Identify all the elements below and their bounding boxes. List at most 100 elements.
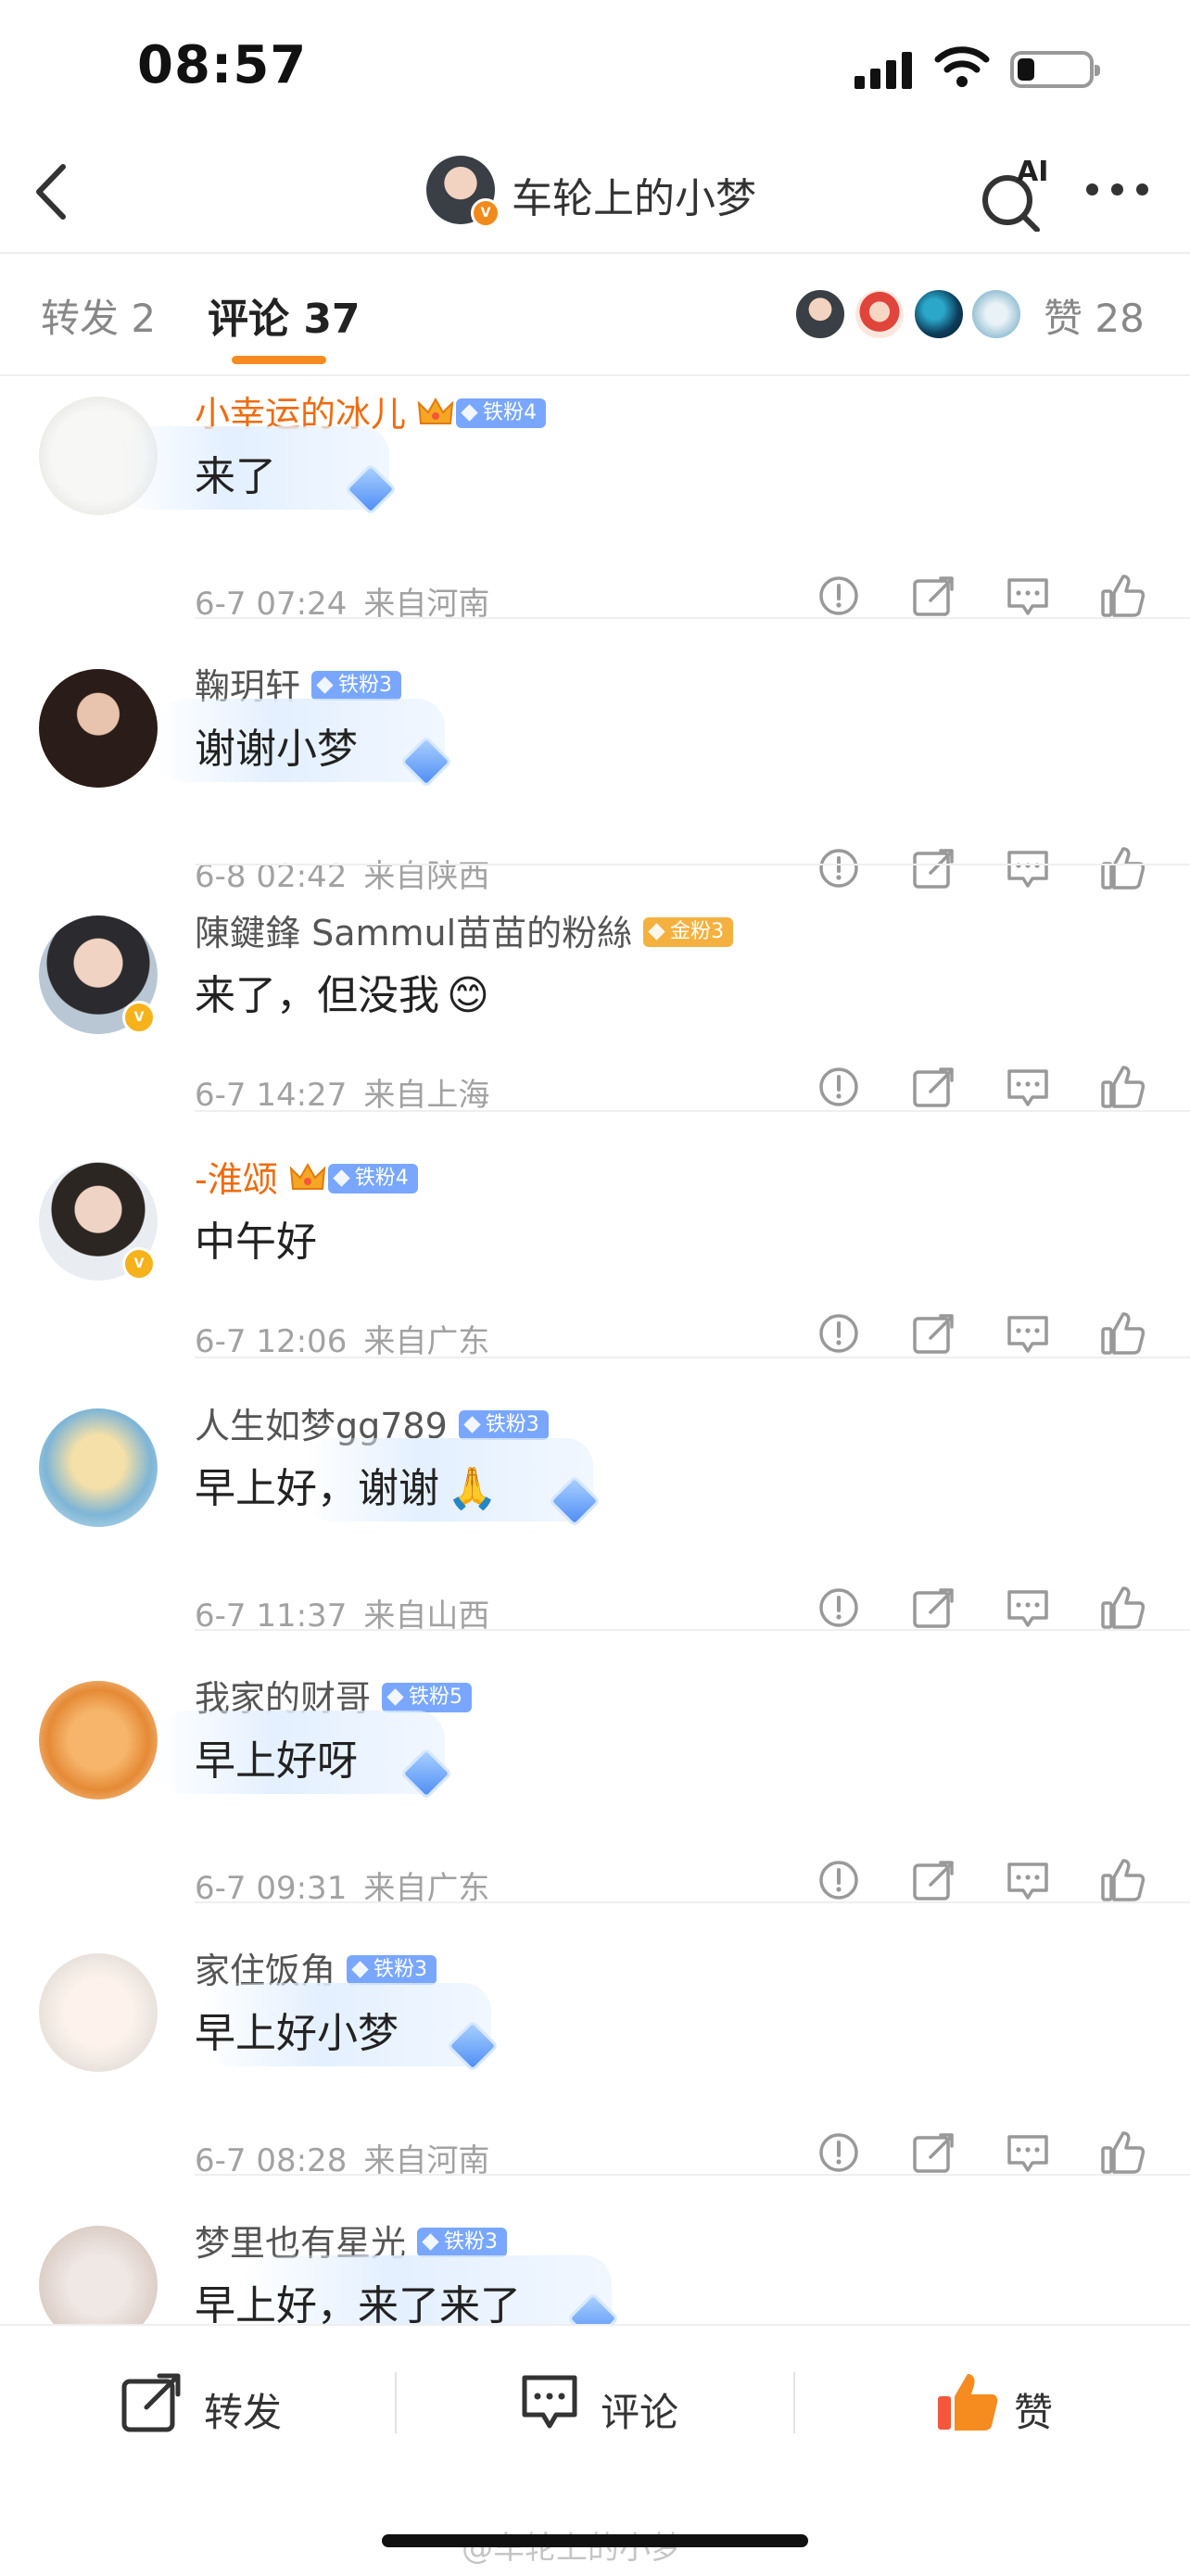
like-icon[interactable] — [1099, 845, 1146, 891]
like-button[interactable]: 赞 — [936, 2372, 1121, 2437]
repost-button[interactable]: 转发 — [120, 2372, 306, 2437]
comment-text-content: 谢谢小梦 — [195, 726, 358, 773]
comment-time: 6-7 14:27 — [195, 1077, 348, 1114]
commenter-name[interactable]: 陳鍵鋒 Sammul苗苗的粉絲 金粉3 — [195, 904, 734, 955]
comment-text-content: 来了，但没我 — [195, 972, 439, 1019]
report-icon[interactable] — [816, 1857, 862, 1903]
comment-button[interactable]: 评论 — [519, 2372, 704, 2437]
reply-icon[interactable] — [1005, 845, 1051, 891]
comment-text-content: 中午好 — [195, 1219, 317, 1266]
like-icon[interactable] — [1099, 1064, 1146, 1110]
tab-likes[interactable]: 赞 28 — [1044, 287, 1145, 344]
fan-badge[interactable]: 铁粉4 — [327, 1163, 418, 1193]
fan-badge-label: 铁粉3 — [338, 673, 393, 697]
crown-icon — [289, 1161, 326, 1196]
fan-badge[interactable]: 铁粉3 — [311, 670, 402, 701]
share-icon[interactable] — [910, 1585, 956, 1631]
repost-label: 转发 — [204, 2390, 283, 2435]
status-time: 08:57 — [137, 35, 308, 95]
comment-location: 来自上海 — [363, 1077, 490, 1114]
reply-icon[interactable] — [1005, 1857, 1051, 1903]
fan-badge-label: 铁粉5 — [409, 1685, 463, 1709]
share-icon[interactable] — [910, 845, 956, 891]
liker-avatar[interactable] — [793, 287, 847, 341]
author-name[interactable]: 车轮上的小梦 — [512, 165, 756, 224]
comment-text: 中午好 — [195, 1208, 317, 1268]
comment-text-content: 早上好，来了来了 — [195, 2282, 521, 2330]
share-icon[interactable] — [910, 1064, 956, 1110]
reply-icon[interactable] — [1005, 1310, 1051, 1357]
like-icon[interactable] — [1099, 573, 1146, 619]
comment-meta: 6-8 02:42 来自陕西 — [195, 851, 489, 896]
reply-icon[interactable] — [1005, 1585, 1051, 1631]
like-icon[interactable] — [1099, 1310, 1146, 1357]
gem-icon — [316, 676, 334, 694]
back-arrow-icon[interactable] — [28, 159, 74, 224]
report-icon[interactable] — [816, 845, 862, 891]
like-label: 赞 — [1014, 2390, 1054, 2435]
comment-divider — [195, 617, 1190, 619]
fan-badge-label: 铁粉3 — [485, 1412, 539, 1436]
divider — [793, 2372, 795, 2433]
comment-text: 早上好，谢谢 🙏 — [195, 1455, 498, 1514]
more-icon[interactable] — [1086, 183, 1151, 198]
battery-icon — [1010, 51, 1100, 88]
commenter-avatar[interactable] — [39, 1408, 158, 1527]
comment-actions — [816, 1857, 1158, 1903]
reply-icon[interactable] — [1005, 573, 1051, 619]
liker-avatar[interactable] — [853, 287, 906, 341]
comment-text: 谢谢小梦 — [195, 715, 358, 775]
commenter-avatar[interactable] — [39, 1953, 158, 2072]
report-icon[interactable] — [816, 1310, 862, 1357]
liker-avatar[interactable] — [912, 287, 966, 341]
fan-badge[interactable]: 铁粉4 — [456, 398, 547, 428]
reply-icon[interactable] — [1005, 2129, 1051, 2176]
comment-text-content: 早上好小梦 — [195, 2010, 399, 2057]
fan-badge[interactable]: 金粉3 — [643, 916, 734, 947]
tab-comments[interactable]: 评论 37 — [208, 285, 361, 345]
share-icon — [121, 2373, 181, 2432]
fan-badge[interactable]: 铁粉3 — [417, 2227, 508, 2257]
comment-text-content: 早上好，谢谢 — [195, 1465, 439, 1512]
pray-icon: 🙏 — [447, 1465, 498, 1512]
commenter-avatar[interactable] — [39, 669, 158, 788]
liker-avatar[interactable] — [969, 287, 1023, 341]
comment-divider — [195, 864, 1190, 865]
report-icon[interactable] — [816, 1585, 862, 1631]
home-indicator[interactable] — [382, 2534, 808, 2547]
like-icon[interactable] — [1099, 2129, 1146, 2176]
divider — [0, 252, 1190, 254]
comment-actions — [816, 2129, 1158, 2176]
tab-repost[interactable]: 转发 2 — [41, 287, 156, 344]
comment-text: 来了 — [195, 443, 276, 502]
reply-icon[interactable] — [1005, 1064, 1051, 1110]
tab-active-indicator — [232, 356, 326, 364]
like-icon[interactable] — [1099, 1585, 1146, 1631]
like-icon — [938, 2374, 998, 2431]
fan-badge[interactable]: 铁粉3 — [458, 1409, 549, 1440]
share-icon[interactable] — [910, 2129, 956, 2176]
commenter-avatar[interactable]: V — [39, 1162, 158, 1281]
emoji-icon: 😊 — [447, 972, 489, 1019]
comment-text-content: 来了 — [195, 453, 276, 500]
comment-text: 早上好，来了来了 — [195, 2272, 521, 2331]
report-icon[interactable] — [816, 2129, 862, 2176]
ai-search-icon[interactable]: AI — [978, 156, 1052, 232]
commenter-avatar[interactable]: V — [39, 915, 158, 1034]
comment-actions — [816, 573, 1158, 619]
comment-actions — [816, 1585, 1158, 1631]
author-avatar[interactable]: V — [426, 156, 500, 228]
comment-divider — [195, 1110, 1190, 1112]
commenter-avatar[interactable] — [39, 1681, 158, 1799]
fan-badge[interactable]: 铁粉3 — [347, 1954, 437, 1985]
share-icon[interactable] — [910, 573, 956, 619]
comment-time: 6-7 12:06 — [195, 1323, 348, 1360]
report-icon[interactable] — [816, 1064, 862, 1110]
comment-divider — [195, 1901, 1190, 1903]
fan-badge[interactable]: 铁粉5 — [382, 1682, 473, 1712]
share-icon[interactable] — [910, 1857, 956, 1903]
share-icon[interactable] — [910, 1310, 956, 1357]
commenter-name[interactable]: -淮颂 铁粉4 — [195, 1151, 418, 1202]
like-icon[interactable] — [1099, 1857, 1146, 1903]
report-icon[interactable] — [816, 573, 862, 619]
